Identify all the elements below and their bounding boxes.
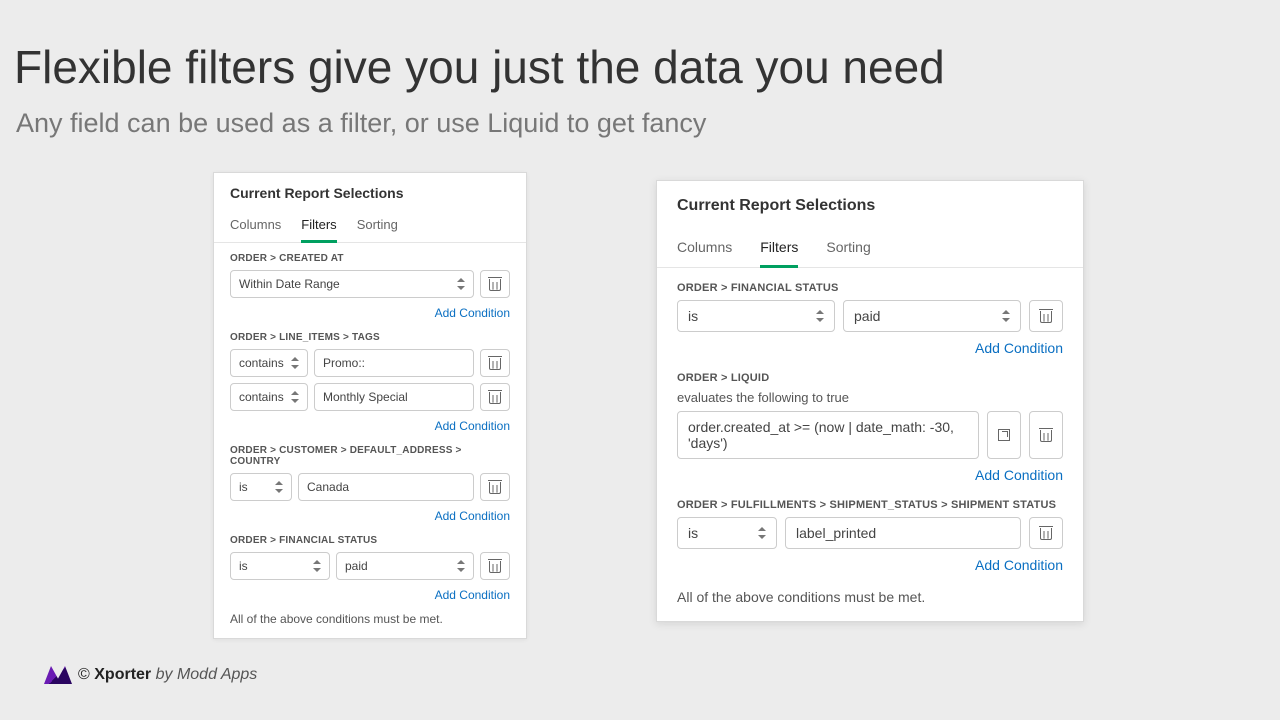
expand-button[interactable] xyxy=(987,411,1021,459)
tab-sorting[interactable]: Sorting xyxy=(357,211,398,242)
select-value: contains xyxy=(239,356,284,370)
value-select[interactable]: paid xyxy=(843,300,1021,332)
operator-select[interactable]: Within Date Range xyxy=(230,270,474,298)
right-panel: Current Report Selections Columns Filter… xyxy=(656,180,1084,622)
delete-button[interactable] xyxy=(1029,411,1063,459)
trash-icon xyxy=(489,559,501,573)
updown-icon xyxy=(290,357,299,369)
filter-group-financial-status: ORDER > FINANCIAL STATUS is paid Add Con… xyxy=(214,525,526,604)
select-value: is xyxy=(239,480,248,494)
filter-label: ORDER > CUSTOMER > DEFAULT_ADDRESS > COU… xyxy=(230,445,510,473)
operator-select[interactable]: contains xyxy=(230,349,308,377)
filter-label: ORDER > FULFILLMENTS > SHIPMENT_STATUS >… xyxy=(677,499,1063,517)
conditions-note: All of the above conditions must be met. xyxy=(214,604,526,638)
trash-icon xyxy=(489,390,501,404)
delete-button[interactable] xyxy=(480,270,510,298)
select-value: paid xyxy=(854,308,880,324)
trash-icon xyxy=(1040,526,1052,540)
filter-group-liquid: ORDER > LIQUID evaluates the following t… xyxy=(657,358,1083,485)
xporter-logo-icon xyxy=(44,666,72,684)
delete-button[interactable] xyxy=(1029,517,1063,549)
app-name: Xporter xyxy=(94,666,151,683)
operator-select[interactable]: is xyxy=(677,300,835,332)
tab-filters[interactable]: Filters xyxy=(301,211,336,243)
updown-icon xyxy=(456,278,465,290)
tab-columns[interactable]: Columns xyxy=(677,231,732,267)
footer-text: © Xporter by Modd Apps xyxy=(78,666,257,684)
filter-group-shipment-status: ORDER > FULFILLMENTS > SHIPMENT_STATUS >… xyxy=(657,485,1083,575)
updown-icon xyxy=(815,310,824,322)
tab-columns[interactable]: Columns xyxy=(230,211,281,242)
delete-button[interactable] xyxy=(480,552,510,580)
operator-select[interactable]: is xyxy=(677,517,777,549)
page-headline: Flexible filters give you just the data … xyxy=(0,0,1280,94)
filter-group-tags: ORDER > LINE_ITEMS > TAGS contains Promo… xyxy=(214,322,526,435)
panel-title: Current Report Selections xyxy=(657,181,1083,223)
delete-button[interactable] xyxy=(1029,300,1063,332)
select-value: is xyxy=(688,525,698,541)
tabs: Columns Filters Sorting xyxy=(214,207,526,243)
trash-icon xyxy=(489,480,501,494)
filter-label: ORDER > FINANCIAL STATUS xyxy=(230,535,510,552)
expand-icon xyxy=(998,429,1010,441)
liquid-helper-text: evaluates the following to true xyxy=(677,390,1063,411)
filter-label: ORDER > LINE_ITEMS > TAGS xyxy=(230,332,510,349)
liquid-expression-input[interactable]: order.created_at >= (now | date_math: -3… xyxy=(677,411,979,459)
updown-icon xyxy=(274,481,283,493)
value-select[interactable]: paid xyxy=(336,552,474,580)
select-value: contains xyxy=(239,390,284,404)
updown-icon xyxy=(290,391,299,403)
operator-select[interactable]: contains xyxy=(230,383,308,411)
left-panel: Current Report Selections Columns Filter… xyxy=(213,172,527,639)
filter-label: ORDER > LIQUID xyxy=(677,372,1063,390)
add-condition-link[interactable]: Add Condition xyxy=(677,465,1063,485)
filter-group-created-at: ORDER > CREATED AT Within Date Range Add… xyxy=(214,243,526,322)
tab-filters[interactable]: Filters xyxy=(760,231,798,268)
footer: © Xporter by Modd Apps xyxy=(44,666,257,684)
delete-button[interactable] xyxy=(480,349,510,377)
delete-button[interactable] xyxy=(480,473,510,501)
updown-icon xyxy=(456,560,465,572)
add-condition-link[interactable]: Add Condition xyxy=(230,304,510,322)
updown-icon xyxy=(757,527,766,539)
select-value: Within Date Range xyxy=(239,277,340,291)
operator-select[interactable]: is xyxy=(230,473,292,501)
tabs: Columns Filters Sorting xyxy=(657,223,1083,268)
add-condition-link[interactable]: Add Condition xyxy=(677,338,1063,358)
select-value: paid xyxy=(345,559,368,573)
filter-label: ORDER > CREATED AT xyxy=(230,253,510,270)
delete-button[interactable] xyxy=(480,383,510,411)
value-input[interactable]: Canada xyxy=(298,473,474,501)
select-value: is xyxy=(688,308,698,324)
conditions-note: All of the above conditions must be met. xyxy=(657,575,1083,621)
select-value: is xyxy=(239,559,248,573)
by-line: by Modd Apps xyxy=(156,666,258,683)
add-condition-link[interactable]: Add Condition xyxy=(677,555,1063,575)
add-condition-link[interactable]: Add Condition xyxy=(230,507,510,525)
panel-title: Current Report Selections xyxy=(214,173,526,207)
copyright: © xyxy=(78,666,90,683)
trash-icon xyxy=(1040,428,1052,442)
updown-icon xyxy=(1001,310,1010,322)
filter-label: ORDER > FINANCIAL STATUS xyxy=(677,282,1063,300)
page-subhead: Any field can be used as a filter, or us… xyxy=(0,94,1280,139)
value-input[interactable]: Promo:: xyxy=(314,349,474,377)
value-input[interactable]: Monthly Special xyxy=(314,383,474,411)
add-condition-link[interactable]: Add Condition xyxy=(230,417,510,435)
trash-icon xyxy=(489,356,501,370)
operator-select[interactable]: is xyxy=(230,552,330,580)
filter-group-financial-status: ORDER > FINANCIAL STATUS is paid Add Con… xyxy=(657,268,1083,358)
trash-icon xyxy=(1040,309,1052,323)
value-input[interactable]: label_printed xyxy=(785,517,1021,549)
tab-sorting[interactable]: Sorting xyxy=(826,231,870,267)
add-condition-link[interactable]: Add Condition xyxy=(230,586,510,604)
trash-icon xyxy=(489,277,501,291)
filter-group-country: ORDER > CUSTOMER > DEFAULT_ADDRESS > COU… xyxy=(214,435,526,525)
updown-icon xyxy=(312,560,321,572)
